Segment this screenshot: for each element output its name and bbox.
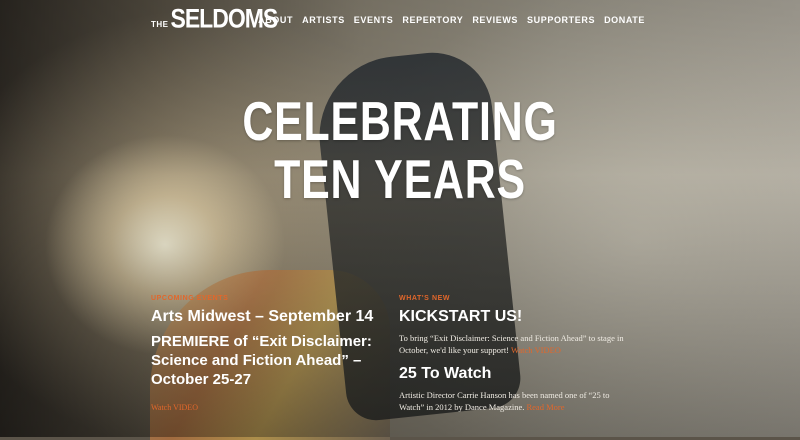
site-header: THE SELDOMS ABOUT ARTISTS EVENTS REPERTO… (0, 0, 800, 40)
nav-reviews[interactable]: REVIEWS (472, 15, 518, 25)
event-premiere[interactable]: PREMIERE of “Exit Disclaimer: Science an… (151, 332, 386, 389)
upcoming-events-heading: UPCOMING EVENTS (151, 295, 229, 302)
news-kickstart-text: To bring “Exit Disclaimer: Science and F… (399, 332, 629, 356)
main-nav: ABOUT ARTISTS EVENTS REPERTORY REVIEWS S… (258, 15, 645, 25)
news-25-to-watch-text: Artistic Director Carrie Hanson has been… (399, 389, 629, 413)
news-25-to-watch-title[interactable]: 25 To Watch (399, 364, 629, 383)
whats-new-heading: WHAT'S NEW (399, 295, 451, 302)
event-arts-midwest[interactable]: Arts Midwest – September 14 (151, 307, 386, 326)
nav-about[interactable]: ABOUT (258, 15, 293, 25)
logo-the: THE (151, 20, 169, 29)
upcoming-watch-video-link[interactable]: Watch VIDEO (151, 403, 198, 412)
nav-donate[interactable]: DONATE (604, 15, 645, 25)
nav-events[interactable]: EVENTS (354, 15, 394, 25)
nav-repertory[interactable]: REPERTORY (402, 15, 463, 25)
upcoming-events: UPCOMING EVENTS Arts Midwest – September… (151, 295, 386, 414)
news-25-to-watch-read-more-link[interactable]: Read More (526, 402, 564, 412)
nav-supporters[interactable]: SUPPORTERS (527, 15, 595, 25)
hero-headline: CELEBRATING TEN YEARS (0, 92, 800, 208)
news-kickstart-watch-video-link[interactable]: Watch VIDEO (511, 345, 561, 355)
hero-headline-line-1: CELEBRATING (242, 90, 558, 152)
whats-new: WHAT'S NEW KICKSTART US! To bring “Exit … (399, 295, 629, 421)
nav-artists[interactable]: ARTISTS (302, 15, 345, 25)
news-kickstart-title[interactable]: KICKSTART US! (399, 307, 629, 326)
hero-headline-line-2: TEN YEARS (274, 148, 526, 210)
news-25-to-watch-body: Artistic Director Carrie Hanson has been… (399, 390, 610, 412)
